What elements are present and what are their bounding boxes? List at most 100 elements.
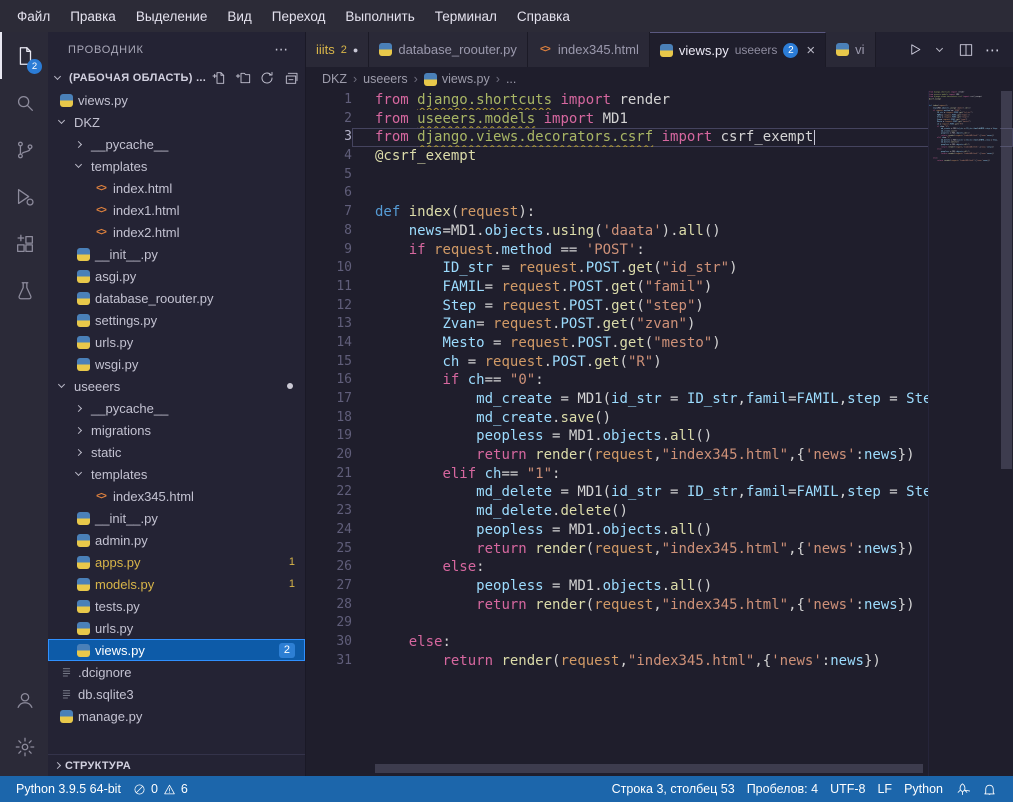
tree-item-index345-html[interactable]: index345.html	[48, 485, 305, 507]
menu-file[interactable]: Файл	[8, 5, 59, 28]
code-text[interactable]: from django.shortcuts import render	[352, 91, 1013, 110]
line-number[interactable]: 15	[306, 353, 352, 372]
tree-item-admin-py[interactable]: admin.py	[48, 529, 305, 551]
horizontal-scrollbar[interactable]	[375, 764, 923, 773]
tab-views-py[interactable]: views.pyuseeers2×	[650, 32, 826, 67]
tree-item-init-py[interactable]: __init__.py	[48, 243, 305, 265]
line-number[interactable]: 19	[306, 427, 352, 446]
tab-iiits[interactable]: iiits2●	[306, 32, 369, 67]
line-number[interactable]: 7	[306, 203, 352, 222]
tree-item-pycache[interactable]: __pycache__	[48, 397, 305, 419]
line-number[interactable]: 28	[306, 596, 352, 615]
tree-item-pycache[interactable]: __pycache__	[48, 133, 305, 155]
close-icon[interactable]: ×	[806, 42, 815, 59]
code-text[interactable]: md_create = MD1(id_str = ID_str,famil=FA…	[352, 390, 1013, 409]
new-folder-button[interactable]	[235, 70, 251, 86]
tree-item-database-roouter-py[interactable]: database_roouter.py	[48, 287, 305, 309]
tree-item-views-py[interactable]: views.py2	[48, 639, 305, 661]
code-text[interactable]: from django.views.decorators.csrf import…	[352, 128, 1013, 147]
tree-item-index2-html[interactable]: index2.html	[48, 221, 305, 243]
line-number[interactable]: 20	[306, 446, 352, 465]
tree-item-dkz[interactable]: DKZ	[48, 111, 305, 133]
breadcrumb-item-dkz[interactable]: DKZ	[322, 72, 347, 86]
menu-selection[interactable]: Выделение	[127, 5, 217, 28]
menu-run[interactable]: Выполнить	[336, 5, 423, 28]
code-text[interactable]: ID_str = request.POST.get("id_str")	[352, 259, 1013, 278]
tree-item-templates[interactable]: templates	[48, 463, 305, 485]
code-text[interactable]: @csrf_exempt	[352, 147, 1013, 166]
line-number[interactable]: 14	[306, 334, 352, 353]
tree-item-useeers[interactable]: useeers	[48, 375, 305, 397]
code-text[interactable]: from useeers.models import MD1	[352, 110, 1013, 129]
code-text[interactable]: return render(request,"index345.html",{'…	[352, 596, 1013, 615]
code-text[interactable]	[352, 166, 1013, 185]
menu-go[interactable]: Переход	[263, 5, 335, 28]
status-encoding[interactable]: UTF-8	[824, 782, 871, 796]
tree-item-manage-py[interactable]: manage.py	[48, 705, 305, 727]
status-indentation[interactable]: Пробелов: 4	[741, 782, 824, 796]
line-number[interactable]: 12	[306, 297, 352, 316]
menu-help[interactable]: Справка	[508, 5, 579, 28]
line-number[interactable]: 6	[306, 184, 352, 203]
tree-item-views-py[interactable]: views.py	[48, 89, 305, 111]
tree-item-apps-py[interactable]: apps.py1	[48, 551, 305, 573]
line-number[interactable]: 18	[306, 409, 352, 428]
split-editor-button[interactable]	[958, 42, 974, 58]
code-text[interactable]: md_delete.delete()	[352, 502, 1013, 521]
status-rocket[interactable]	[949, 782, 976, 797]
activity-source-control[interactable]	[0, 126, 48, 173]
collapse-all-button[interactable]	[283, 70, 299, 86]
code-text[interactable]: if request.method == 'POST':	[352, 241, 1013, 260]
code-text[interactable]: Mesto = request.POST.get("mesto")	[352, 334, 1013, 353]
outline-section-header[interactable]: СТРУКТУРА	[48, 754, 305, 776]
workspace-section-header[interactable]: (РАБОЧАЯ ОБЛАСТЬ) ...	[48, 67, 305, 89]
code-text[interactable]: peopless = MD1.objects.all()	[352, 427, 1013, 446]
code-text[interactable]: elif ch== "1":	[352, 465, 1013, 484]
code-text[interactable]: Step = request.POST.get("step")	[352, 297, 1013, 316]
new-file-button[interactable]	[211, 70, 227, 86]
tree-item-urls-py[interactable]: urls.py	[48, 617, 305, 639]
explorer-more-actions-icon[interactable]: ⋯	[274, 41, 289, 58]
code-text[interactable]: return render(request,"index345.html",{'…	[352, 652, 1013, 671]
vertical-scrollbar[interactable]	[1000, 91, 1013, 776]
tree-item-templates[interactable]: templates	[48, 155, 305, 177]
code-text[interactable]: FAMIL= request.POST.get("famil")	[352, 278, 1013, 297]
activity-explorer[interactable]: 2	[0, 32, 48, 79]
line-number[interactable]: 17	[306, 390, 352, 409]
tree-item-index-html[interactable]: index.html	[48, 177, 305, 199]
code-text[interactable]: else:	[352, 633, 1013, 652]
menu-view[interactable]: Вид	[218, 5, 260, 28]
line-number[interactable]: 4	[306, 147, 352, 166]
status-language[interactable]: Python	[898, 782, 949, 796]
activity-testing[interactable]	[0, 267, 48, 314]
line-number[interactable]: 11	[306, 278, 352, 297]
horizontal-scrollbar-thumb[interactable]	[375, 764, 923, 773]
line-number[interactable]: 25	[306, 540, 352, 559]
menu-terminal[interactable]: Терминал	[426, 5, 506, 28]
code-text[interactable]: ch = request.POST.get("R")	[352, 353, 1013, 372]
line-number[interactable]: 1	[306, 91, 352, 110]
tree-item-dcignore[interactable]: .dcignore	[48, 661, 305, 683]
activity-extensions[interactable]	[0, 220, 48, 267]
line-number[interactable]: 31	[306, 652, 352, 671]
line-number[interactable]: 21	[306, 465, 352, 484]
line-number[interactable]: 13	[306, 315, 352, 334]
tree-item-asgi-py[interactable]: asgi.py	[48, 265, 305, 287]
run-button[interactable]	[908, 42, 923, 57]
status-cursor-position[interactable]: Строка 3, столбец 53	[606, 782, 741, 796]
minimap[interactable]: from django.shortcuts import renderfrom …	[928, 91, 1000, 776]
line-number[interactable]: 3	[306, 128, 352, 147]
line-number[interactable]: 26	[306, 558, 352, 577]
activity-run-debug[interactable]	[0, 173, 48, 220]
tree-item-static[interactable]: static	[48, 441, 305, 463]
activity-account[interactable]	[0, 676, 48, 723]
tab-database-roouter-py[interactable]: database_roouter.py	[369, 32, 528, 67]
code-text[interactable]: return render(request,"index345.html",{'…	[352, 540, 1013, 559]
tree-item-tests-py[interactable]: tests.py	[48, 595, 305, 617]
code-text[interactable]: return render(request,"index345.html",{'…	[352, 446, 1013, 465]
code-text[interactable]: Zvan= request.POST.get("zvan")	[352, 315, 1013, 334]
status-eol[interactable]: LF	[871, 782, 898, 796]
line-number[interactable]: 27	[306, 577, 352, 596]
code-text[interactable]: peopless = MD1.objects.all()	[352, 521, 1013, 540]
tree-item-settings-py[interactable]: settings.py	[48, 309, 305, 331]
